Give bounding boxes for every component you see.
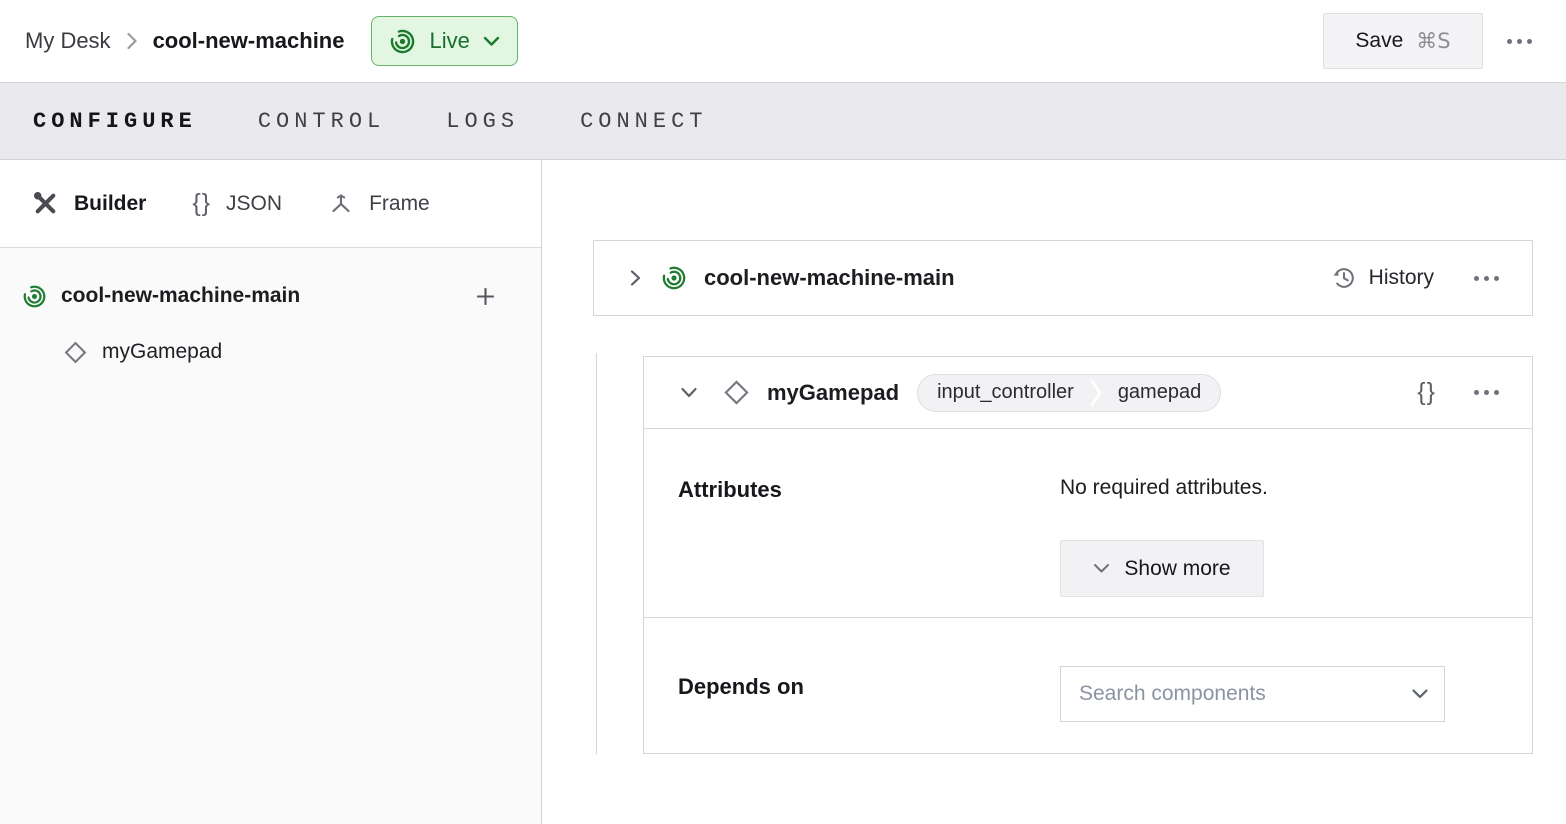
mode-tab-builder-label: Builder [74,192,146,216]
depends-on-section: Depends on [644,618,1532,754]
save-button[interactable]: Save ⌘S [1323,13,1483,69]
part-card-expand-button[interactable] [624,263,647,293]
tree-item-main-part[interactable]: cool-new-machine-main [0,270,541,322]
tree-item-mygamepad[interactable]: myGamepad [0,326,541,378]
page-body: Builder {} JSON Frame [0,160,1566,824]
save-button-label: Save [1355,29,1403,53]
tab-logs[interactable]: LOGS [446,109,519,134]
config-main-panel: cool-new-machine-main History [542,160,1566,824]
component-name: myGamepad [767,380,899,406]
show-more-button[interactable]: Show more [1060,540,1264,597]
machine-config-page: My Desk cool-new-machine Live Save ⌘S [0,0,1566,824]
history-clock-icon [1332,266,1356,290]
breadcrumb-parent[interactable]: My Desk [25,28,111,54]
chevron-down-icon [483,36,500,47]
component-diamond-icon [722,378,751,407]
component-card-mygamepad: myGamepad input_controller gamepad {} [643,356,1533,754]
ellipsis-icon [1474,390,1499,395]
tools-icon [32,190,59,217]
mode-tab-json[interactable]: {} JSON [192,189,282,218]
part-card-title: cool-new-machine-main [704,265,955,291]
attributes-label: Attributes [678,477,782,503]
depends-on-select[interactable] [1060,666,1445,722]
component-json-button[interactable]: {} [1407,368,1446,417]
part-broadcast-icon [22,284,47,309]
tree-component-name: myGamepad [102,340,222,364]
component-collapse-button[interactable] [674,381,704,404]
component-diamond-icon [63,340,88,365]
breadcrumb: My Desk cool-new-machine [25,28,344,54]
machine-status-dropdown[interactable]: Live [371,16,517,66]
tab-control[interactable]: CONTROL [258,109,385,134]
save-shortcut-hint: ⌘S [1416,29,1450,53]
config-mode-tabs: Builder {} JSON Frame [0,160,541,248]
mode-tab-json-label: JSON [226,192,282,216]
tab-connect[interactable]: CONNECT [580,109,707,134]
search-components-input[interactable] [1077,681,1411,707]
breadcrumb-separator-icon [126,31,138,51]
attributes-empty-text: No required attributes. [1060,476,1268,500]
component-card-header: myGamepad input_controller gamepad {} [644,357,1532,429]
ellipsis-icon [1507,39,1532,44]
breadcrumb-current: cool-new-machine [153,28,345,54]
nav-tab-bar: CONFIGURE CONTROL LOGS CONNECT [0,82,1566,160]
ellipsis-icon [1474,276,1499,281]
depends-on-label: Depends on [678,674,804,700]
tree-part-name: cool-new-machine-main [61,284,300,308]
badge-separator-icon [1089,374,1103,412]
component-menu-button[interactable] [1464,380,1509,405]
part-broadcast-icon [661,265,687,291]
chevron-down-icon [1411,688,1429,700]
braces-icon: {} [1417,378,1436,406]
live-status-label: Live [429,28,469,54]
top-bar: My Desk cool-new-machine Live Save ⌘S [0,0,1566,82]
component-model: gamepad [1103,381,1216,404]
live-broadcast-icon [389,28,416,55]
mode-tab-frame[interactable]: Frame [328,191,430,217]
machine-part-tree: cool-new-machine-main [0,248,541,378]
braces-icon: {} [192,189,211,218]
chevron-down-icon [1093,563,1110,574]
add-component-button[interactable] [474,285,497,308]
history-label: History [1369,266,1434,290]
config-sidebar: Builder {} JSON Frame [0,160,542,824]
component-type-badge: input_controller gamepad [917,374,1221,412]
part-card: cool-new-machine-main History [593,240,1533,316]
topbar-overflow-menu-button[interactable] [1497,29,1542,54]
part-card-menu-button[interactable] [1464,266,1509,291]
history-button[interactable]: History [1330,262,1436,294]
mode-tab-builder[interactable]: Builder [32,190,146,217]
tab-configure[interactable]: CONFIGURE [33,109,197,134]
frame-axes-icon [328,191,354,217]
mode-tab-frame-label: Frame [369,192,430,216]
show-more-label: Show more [1124,557,1230,581]
component-type: input_controller [922,381,1089,404]
attributes-section: Attributes No required attributes. Show … [644,429,1532,618]
tree-connector-line [596,353,597,754]
